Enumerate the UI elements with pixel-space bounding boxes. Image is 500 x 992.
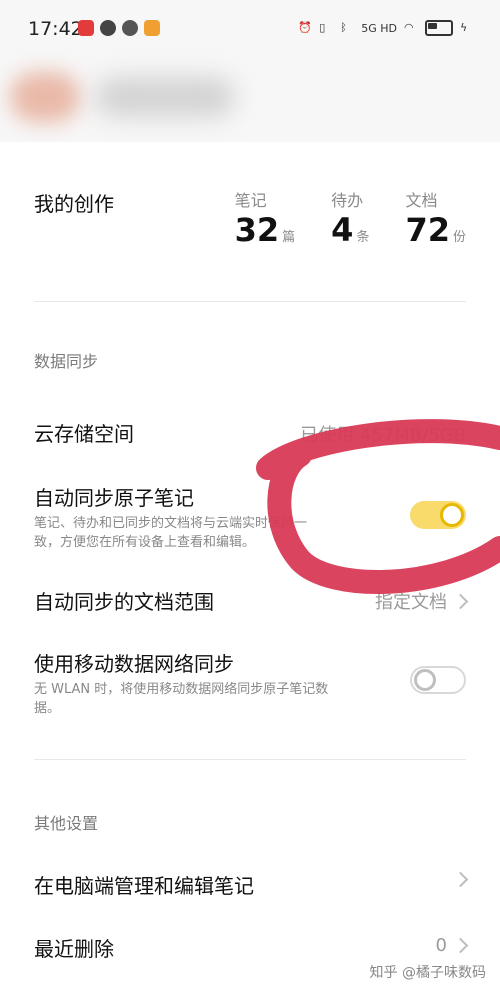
message-icon [100,20,116,36]
status-icons: ⏰ ▯ ᛒ 5G HD ◠ ϟ [298,20,474,36]
divider [34,759,466,760]
mobile-data-toggle[interactable] [410,666,466,694]
auto-sync-label: 自动同步原子笔记 [34,486,194,510]
auto-sync-toggle[interactable] [410,501,466,529]
chevron-right-icon [452,871,469,888]
profile-header[interactable] [0,62,500,142]
recently-deleted-item[interactable]: 最近删除 [34,933,466,962]
notification-icons [78,20,160,36]
app-icon [122,20,138,36]
charging-icon: ϟ [460,21,468,34]
toggle-knob [414,669,436,691]
stat-todos[interactable]: 待办 4条 [331,187,369,249]
avatar [10,72,80,122]
network-label: 5G HD [361,21,397,35]
wifi-icon: ◠ [404,21,414,34]
doc-scope-text: 指定文档 [375,592,447,613]
netease-music-icon [78,20,94,36]
mobile-data-label: 使用移动数据网络同步 [34,652,234,676]
description-line: 笔记、待办和已同步的文档将与云端实时保持一 [34,516,308,531]
pc-manage-chevron[interactable] [452,871,469,888]
chevron-right-icon [452,593,469,609]
creation-stats: 笔记 32 篇 待办 4条 文档 72 份 [235,187,466,249]
auto-sync-description: 笔记、待办和已同步的文档将与云端实时保持一 致，方便您在所有设备上查看和编辑。 [34,514,360,552]
other-section-title: 其他设置 [34,814,99,833]
bluetooth-icon: ᛒ [340,21,347,34]
status-bar: 17:42 ⏰ ▯ ᛒ 5G HD ◠ ϟ [0,0,500,60]
recently-deleted-count[interactable]: 0 [435,935,469,956]
stat-value: 4 [331,211,354,249]
stat-label: 文档 [405,191,438,210]
watermark: 知乎 @橘子味数码 [369,965,486,981]
doc-scope-value[interactable]: 指定文档 [375,588,469,614]
stat-unit: 篇 [282,230,296,245]
username [95,77,235,117]
stat-label: 待办 [331,191,364,210]
chevron-right-icon [452,937,469,954]
sync-section-title: 数据同步 [34,352,99,371]
stat-docs[interactable]: 文档 72 份 [405,187,466,249]
settings-panel: 我的创作 笔记 32 篇 待办 4条 文档 72 份 数据同步 云存储空间 已使用 … [0,142,500,992]
description-line: 致，方便您在所有设备上查看和编辑。 [34,535,256,550]
stat-value: 72 [405,211,450,249]
battery-icon [425,20,453,36]
storage-value: 已使用 457MB/5GB [300,425,466,446]
deleted-count: 0 [435,935,447,956]
alarm-icon: ⏰ [298,21,312,34]
stat-notes[interactable]: 笔记 32 篇 [235,187,296,249]
toggle-knob [440,503,464,527]
vibrate-icon: ▯ [319,21,326,34]
divider [34,301,466,302]
stat-unit: 条 [356,230,370,245]
status-time: 17:42 [28,18,83,40]
pc-manage-item[interactable]: 在电脑端管理和编辑笔记 [34,870,466,899]
stat-unit: 份 [452,230,466,245]
stat-label: 笔记 [234,191,267,210]
app-icon [144,20,160,36]
cloud-storage-usage: 已使用 457MB/5GB [300,421,466,447]
stat-value: 32 [234,211,280,249]
description-line: 据。 [34,701,61,716]
mobile-data-description: 无 WLAN 时，将使用移动数据网络同步原子笔记数 据。 [34,680,380,718]
description-line: 无 WLAN 时，将使用移动数据网络同步原子笔记数 [34,682,329,697]
